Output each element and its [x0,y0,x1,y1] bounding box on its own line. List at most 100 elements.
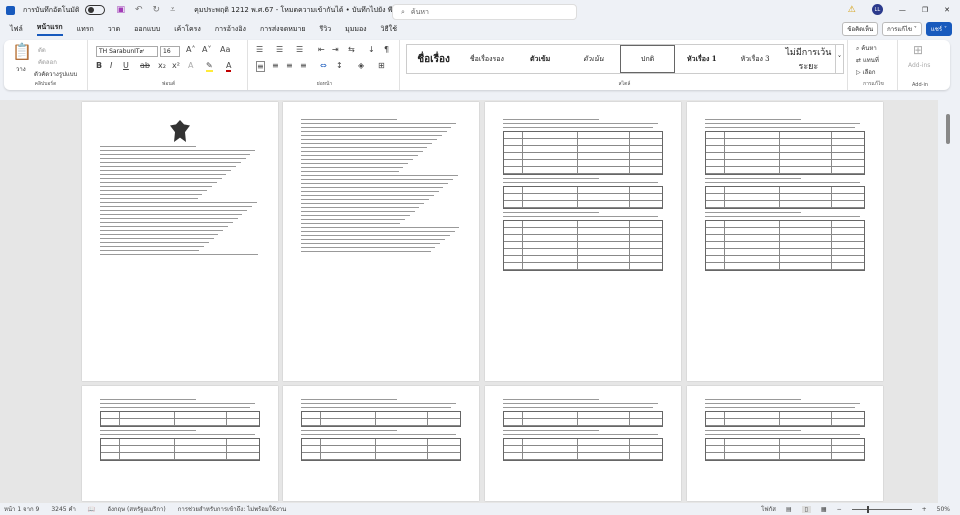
editing-mode-button[interactable]: การแก้ไข ˅ [882,22,922,36]
ribbon: 📋 วาง ตัด คัดลอก ตัวคัดวางรูปแบบ คลิปบอร… [4,40,950,90]
avatar[interactable]: LL [871,4,883,15]
editing-group-label: การแก้ไข [863,81,884,87]
line-spacing-icon[interactable]: ↕ [336,61,343,70]
style-strong[interactable]: ตัวเข้ม [514,45,567,73]
tab-file[interactable]: ไฟล์ [10,24,23,35]
proofing-icon[interactable]: 📖 [88,506,95,513]
tab-design[interactable]: ออกแบบ [134,24,160,35]
align-center-icon[interactable]: ≡ [272,61,279,70]
web-layout-icon[interactable]: ▦ [821,506,827,513]
style-heading-3[interactable]: หัวเรื่อง 3 [729,45,782,73]
paste-button[interactable]: วาง [16,64,26,74]
style-subtitle[interactable]: ชื่อเรื่องรอง [460,45,513,73]
format-painter-button[interactable]: ตัวคัดวางรูปแบบ [34,69,77,79]
select-button[interactable]: ▷ เลือก [856,67,876,77]
undo-icon[interactable]: ↶ [135,5,143,15]
multilevel-list-icon[interactable]: ☰ [296,45,303,54]
styles-more-button[interactable]: ˅ [835,45,843,73]
print-layout-icon[interactable]: ▯ [801,505,811,513]
vertical-scrollbar[interactable] [940,100,960,503]
tab-insert[interactable]: แทรก [77,24,94,35]
tab-draw[interactable]: วาด [108,24,120,35]
tab-review[interactable]: รีวิว [320,24,332,35]
document-area[interactable] [0,100,938,503]
document-title[interactable]: คุมประพฤติ 1212 พ.ศ.67 - โหมดความเข้ากัน… [194,5,407,16]
style-emphasis[interactable]: ตัวเน้น [567,45,620,73]
addins-icon[interactable]: ⊞ [913,43,923,57]
word-count[interactable]: 3245 คำ [51,504,76,514]
page-count[interactable]: หน้า 1 จาก 9 [4,504,39,514]
share-button[interactable]: แชร์ ˅ [925,22,952,36]
document-page [283,386,479,501]
increase-indent-icon[interactable]: ⇥ [332,45,339,54]
customize-toolbar-icon[interactable]: ⩡ [170,5,175,15]
zoom-in-button[interactable]: + [922,506,927,513]
styles-gallery: ชื่อเรื่อง ชื่อเรื่องรอง ตัวเข้ม ตัวเน้น… [406,44,844,74]
style-no-spacing[interactable]: ไม่มีการเว้นระยะ [782,45,835,73]
superscript-icon[interactable]: x² [172,61,180,70]
minimize-button[interactable]: — [899,6,906,14]
bold-icon[interactable]: B [96,61,102,70]
document-page [82,102,278,381]
comments-button[interactable]: ข้อคิดเห็น [842,22,879,36]
accessibility-status[interactable]: การช่วยสำหรับการเข้าถึง: ไม่พร้อมใช้งาน [178,504,287,514]
font-color-icon[interactable]: A [226,61,232,72]
italic-icon[interactable]: I [110,61,112,70]
copy-button[interactable]: คัดลอก [38,57,57,67]
font-name-select[interactable]: TH SarabunIT๙ [96,46,158,57]
replace-button[interactable]: ⇄ แทนที่ [856,55,879,65]
document-page [485,386,681,501]
decrease-indent-icon[interactable]: ⇤ [318,45,325,54]
numbering-icon[interactable]: ☰ [276,45,283,54]
justify-icon[interactable]: ≡ [300,61,307,70]
zoom-level[interactable]: 50% [937,506,950,513]
addins-group-label: Add-in [911,82,929,88]
subscript-icon[interactable]: x₂ [158,61,166,70]
redo-icon[interactable]: ↻ [153,5,161,15]
save-icon[interactable]: ▣ [116,5,125,15]
find-button[interactable]: ⌕ ค้นหา [856,43,877,53]
shrink-font-icon[interactable]: A˅ [202,45,211,54]
language-status[interactable]: อังกฤษ (สหรัฐอเมริกา) [107,504,165,514]
text-direction-icon[interactable]: ⇆ [348,45,355,54]
read-mode-icon[interactable]: ▤ [786,506,792,513]
addins-button[interactable]: Add-ins [908,62,930,69]
document-page [82,386,278,501]
show-marks-icon[interactable]: ¶ [384,45,389,54]
shading-icon[interactable]: ◈ [358,61,364,70]
scrollbar-thumb[interactable] [946,114,950,144]
align-right-icon[interactable]: ≡ [286,61,293,70]
grow-font-icon[interactable]: A˄ [186,45,195,54]
strikethrough-icon[interactable]: ab [140,61,150,70]
underline-icon[interactable]: U [123,61,129,70]
search-input[interactable]: ⌕ ค้นหา [392,4,577,20]
tab-help[interactable]: วิธีใช้ [381,24,397,35]
zoom-out-button[interactable]: − [837,506,842,513]
focus-button[interactable]: โฟกัส [761,504,776,514]
paste-icon[interactable]: 📋 [12,42,32,61]
tab-mailings[interactable]: การส่งจดหมาย [260,24,306,35]
sort-icon[interactable]: ↓ [368,45,375,54]
style-heading-1[interactable]: หัวเรื่อง 1 [675,45,728,73]
highlight-icon[interactable]: ✎ [206,61,213,72]
tab-references[interactable]: การอ้างอิง [215,24,246,35]
change-case-icon[interactable]: Aa [220,45,230,54]
tab-layout[interactable]: เค้าโครง [174,24,201,35]
warning-icon[interactable]: ⚠ [848,5,856,15]
text-effects-icon[interactable]: A [188,61,193,70]
distributed-icon[interactable]: ⇔ [320,61,327,70]
bullets-icon[interactable]: ☰ [256,45,263,54]
borders-icon[interactable]: ⊞ [378,61,385,70]
restore-button[interactable]: ❐ [922,6,928,14]
tab-home[interactable]: หน้าแรก [36,22,63,36]
cut-button[interactable]: ตัด [38,45,46,55]
tab-view[interactable]: มุมมอง [345,24,366,35]
style-title[interactable]: ชื่อเรื่อง [407,45,460,73]
autosave-toggle[interactable] [85,5,106,15]
font-size-select[interactable]: 16 [160,46,180,57]
clipboard-group: 📋 วาง ตัด คัดลอก ตัวคัดวางรูปแบบ คลิปบอร… [4,40,88,90]
zoom-slider[interactable] [851,505,912,513]
close-button[interactable]: ✕ [944,6,950,14]
style-normal[interactable]: ปกติ [620,45,676,73]
align-left-icon[interactable]: ≡ [256,61,265,72]
